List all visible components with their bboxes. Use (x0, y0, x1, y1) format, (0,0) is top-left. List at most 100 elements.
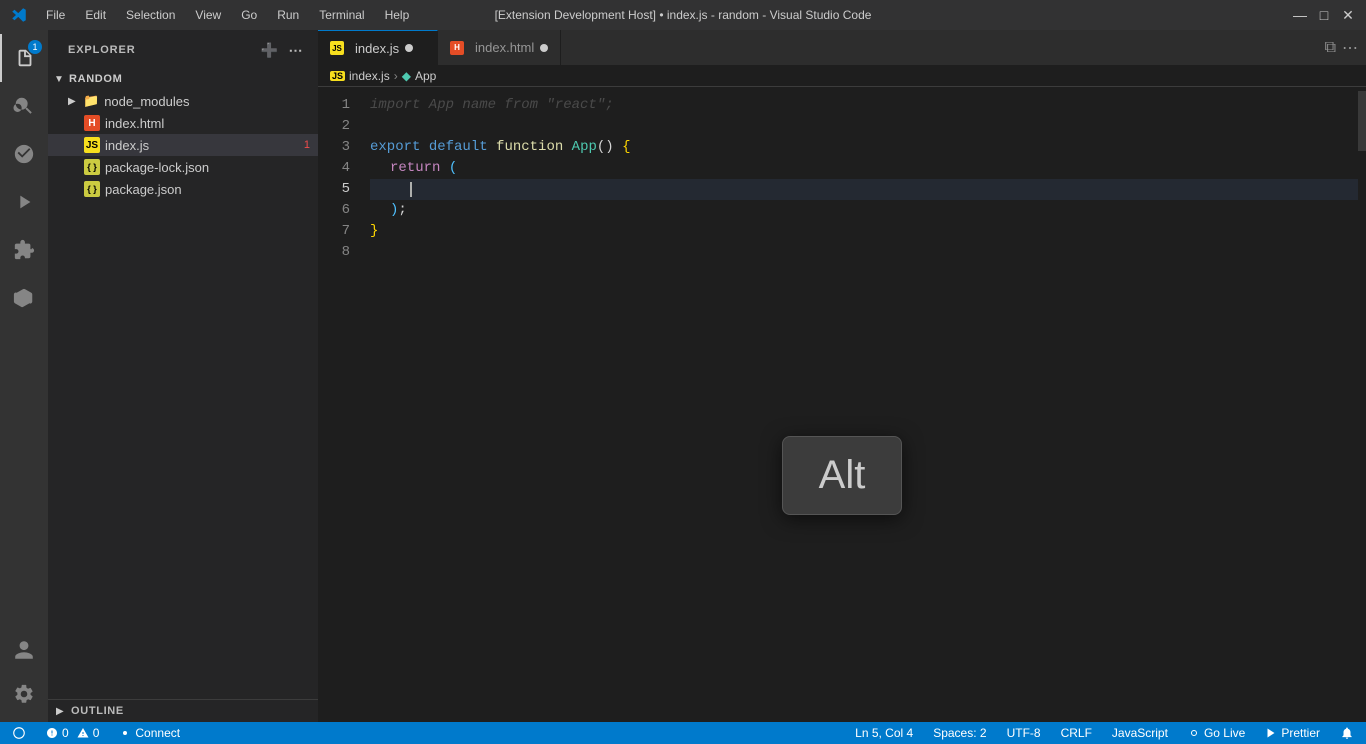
code-line-5 (370, 179, 1358, 200)
activity-git[interactable] (0, 274, 48, 322)
close-button[interactable]: ✕ (1340, 7, 1356, 23)
activity-search[interactable] (0, 82, 48, 130)
outline-title: OUTLINE (71, 705, 124, 717)
remote-icon (12, 726, 26, 740)
main-container: 1 (0, 30, 1366, 722)
menu-go[interactable]: Go (233, 6, 265, 24)
more-actions-icon[interactable]: ⋯ (286, 40, 306, 60)
language-mode[interactable]: JavaScript (1108, 722, 1172, 744)
tab-html-icon: H (450, 41, 464, 55)
folder-icon: 📁 (83, 93, 99, 109)
alt-key-label: Alt (819, 453, 866, 497)
window-title: [Extension Development Host] • index.js … (495, 8, 872, 22)
activity-explorer[interactable]: 1 (0, 34, 48, 82)
tab-end-actions: ⧉ ⋯ (1325, 38, 1366, 58)
code-content[interactable]: import App name from "react"; export def… (358, 87, 1358, 722)
code-line-3: export default function App () { (370, 137, 1358, 158)
minimize-button[interactable]: ― (1292, 7, 1308, 23)
activity-bar-bottom (0, 630, 48, 722)
node-modules-label: node_modules (104, 94, 189, 109)
title-bar: File Edit Selection View Go Run Terminal… (0, 0, 1366, 30)
breadcrumb-filename: index.js (349, 69, 390, 83)
title-menu: File Edit Selection View Go Run Terminal… (38, 6, 417, 24)
indentation[interactable]: Spaces: 2 (929, 722, 990, 744)
tab-js-icon: JS (330, 41, 344, 55)
connect-icon (119, 727, 131, 739)
menu-help[interactable]: Help (377, 6, 418, 24)
breadcrumb-symbol[interactable]: ◆ App (402, 69, 437, 83)
error-count[interactable]: 0 0 (42, 722, 103, 744)
code-line-2 (370, 116, 1358, 137)
file-index-html[interactable]: H index.html (48, 112, 318, 134)
maximize-button[interactable]: □ (1316, 7, 1332, 23)
bell-icon (1340, 726, 1354, 740)
activity-account[interactable] (0, 630, 48, 670)
prettier-button[interactable]: Prettier (1261, 722, 1324, 744)
activity-settings[interactable] (0, 674, 48, 714)
breadcrumb-file[interactable]: JS index.js (330, 69, 390, 83)
line-ending-label: CRLF (1061, 726, 1092, 740)
outline-section: ▶ OUTLINE (48, 699, 318, 722)
activity-extensions[interactable] (0, 226, 48, 274)
remote-connect[interactable] (8, 722, 30, 744)
project-name: RANDOM (69, 73, 122, 85)
breadcrumb: JS index.js › ◆ App (318, 65, 1366, 87)
alt-key-overlay: Alt (782, 436, 902, 515)
go-live-button[interactable]: Go Live (1184, 722, 1249, 744)
outline-header[interactable]: ▶ OUTLINE (48, 700, 318, 722)
root-arrow-icon: ▼ (54, 74, 66, 85)
package-lock-label: package-lock.json (105, 160, 209, 175)
code-line-4: return ( (370, 158, 1358, 179)
split-editor-icon[interactable]: ⧉ (1325, 39, 1336, 57)
json-lock-icon: { } (84, 159, 100, 175)
file-encoding[interactable]: UTF-8 (1003, 722, 1045, 744)
menu-run[interactable]: Run (269, 6, 307, 24)
branch-connect[interactable]: Connect (115, 722, 184, 744)
project-root-folder[interactable]: ▼ RANDOM (48, 68, 318, 90)
activity-bar: 1 (0, 30, 48, 722)
tab-index-html[interactable]: H index.html (438, 30, 561, 65)
menu-file[interactable]: File (38, 6, 73, 24)
go-live-label: Go Live (1204, 726, 1245, 740)
tab-index-js-label: index.js (355, 41, 399, 56)
node-modules-folder[interactable]: ▶ 📁 node_modules (48, 90, 318, 112)
file-package-json[interactable]: { } package.json (48, 178, 318, 200)
breadcrumb-separator: › (394, 69, 398, 83)
text-cursor (410, 182, 412, 197)
warning-count-label: 0 (93, 726, 100, 740)
code-editor[interactable]: 1 2 3 4 5 6 7 8 import App name from "re… (318, 87, 1366, 722)
connect-label: Connect (135, 726, 180, 740)
vscode-logo-icon (10, 6, 28, 24)
tab-index-html-label: index.html (475, 40, 534, 55)
outline-arrow-icon: ▶ (56, 706, 68, 717)
more-tabs-icon[interactable]: ⋯ (1342, 38, 1358, 58)
file-tree: ▼ RANDOM ▶ 📁 node_modules H index.html J… (48, 66, 318, 699)
code-line-8 (370, 242, 1358, 263)
prettier-label: Prettier (1281, 726, 1320, 740)
code-line-7: } (370, 221, 1358, 242)
code-line-1: import App name from "react"; (370, 95, 1358, 116)
activity-source-control[interactable] (0, 130, 48, 178)
spaces-label: Spaces: 2 (933, 726, 986, 740)
line-ending[interactable]: CRLF (1057, 722, 1096, 744)
new-file-icon[interactable]: ➕ (260, 40, 280, 60)
menu-terminal[interactable]: Terminal (311, 6, 372, 24)
tab-index-js-modified (405, 44, 413, 52)
html-file-icon: H (84, 115, 100, 131)
activity-run[interactable] (0, 178, 48, 226)
file-package-lock-json[interactable]: { } package-lock.json (48, 156, 318, 178)
index-js-label: index.js (105, 138, 149, 153)
cursor-position[interactable]: Ln 5, Col 4 (851, 722, 917, 744)
notifications-button[interactable] (1336, 722, 1358, 744)
package-json-label: package.json (105, 182, 182, 197)
menu-selection[interactable]: Selection (118, 6, 183, 24)
language-label: JavaScript (1112, 726, 1168, 740)
status-bar-right: Ln 5, Col 4 Spaces: 2 UTF-8 CRLF JavaScr… (851, 722, 1358, 744)
sidebar-header: EXPLORER ➕ ⋯ (48, 30, 318, 66)
menu-edit[interactable]: Edit (77, 6, 114, 24)
json-icon: { } (84, 181, 100, 197)
code-line-6: ) ; (370, 200, 1358, 221)
menu-view[interactable]: View (187, 6, 229, 24)
tab-index-js[interactable]: JS index.js (318, 30, 438, 65)
file-index-js[interactable]: JS index.js 1 (48, 134, 318, 156)
